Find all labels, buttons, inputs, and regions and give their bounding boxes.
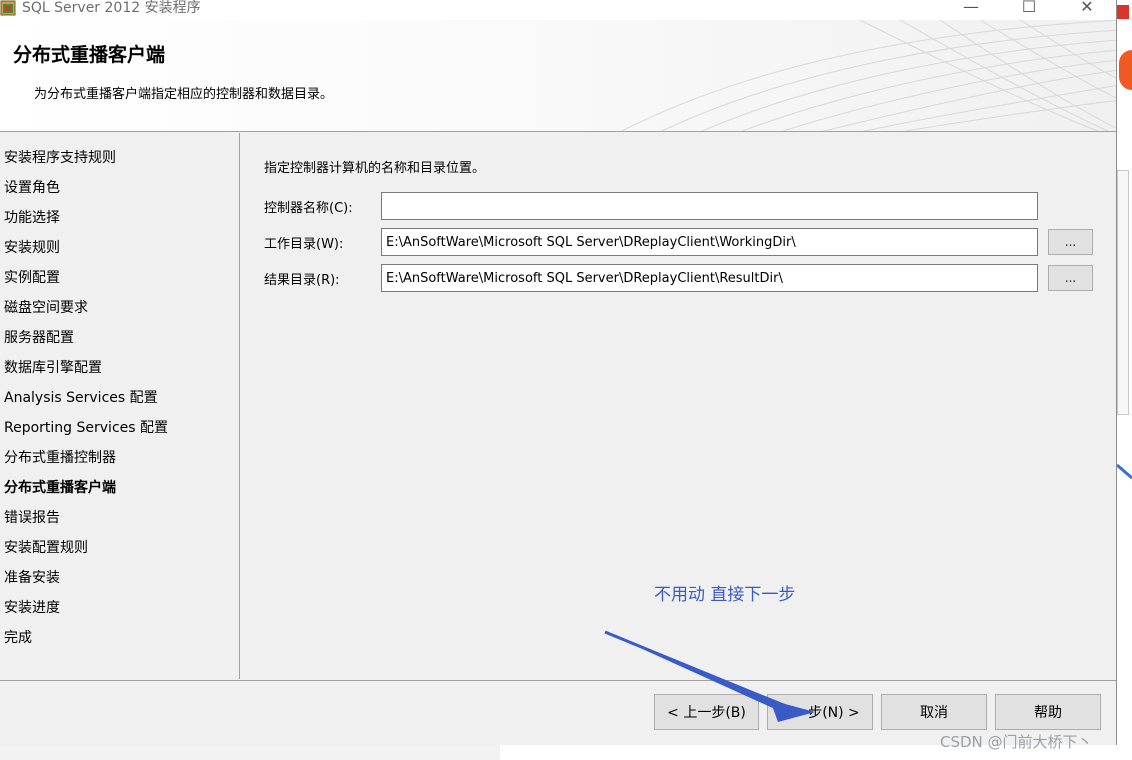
step-item: 实例配置 <box>4 270 60 286</box>
step-item: 服务器配置 <box>4 330 74 346</box>
title-bar: SQL Server 2012 安装程序 — ☐ ✕ <box>0 0 1116 20</box>
background-strip <box>0 745 500 760</box>
result-dir-label: 结果目录(R): <box>264 273 340 288</box>
header-decoration <box>620 20 1116 131</box>
background-red-badge <box>1117 5 1129 19</box>
minimize-icon: — <box>963 0 979 16</box>
watermark: CSDN @门前大桥下丶 <box>940 733 1093 751</box>
step-item: 功能选择 <box>4 210 60 226</box>
browse-button-label: ... <box>1064 271 1077 285</box>
result-dir-browse-button[interactable]: ... <box>1048 265 1093 291</box>
step-item: Reporting Services 配置 <box>4 420 168 436</box>
step-item: Analysis Services 配置 <box>4 390 158 406</box>
step-item: 设置角色 <box>4 180 60 196</box>
annotation-note: 不用动 直接下一步 <box>654 585 796 605</box>
result-dir-input[interactable] <box>381 264 1038 292</box>
step-item: 安装配置规则 <box>4 540 88 556</box>
step-item: 磁盘空间要求 <box>4 300 88 316</box>
step-item: 分布式重播控制器 <box>4 450 116 466</box>
page-header: 分布式重播客户端 为分布式重播客户端指定相应的控制器和数据目录。 <box>0 20 1116 132</box>
step-item: 完成 <box>4 630 32 646</box>
step-item: 安装进度 <box>4 600 60 616</box>
controller-name-label: 控制器名称(C): <box>264 201 353 216</box>
step-item: 数据库引擎配置 <box>4 360 102 376</box>
step-item: 准备安装 <box>4 570 60 586</box>
close-button[interactable]: ✕ <box>1064 0 1110 20</box>
instruction-text: 指定控制器计算机的名称和目录位置。 <box>264 161 486 176</box>
working-dir-input[interactable] <box>381 228 1038 256</box>
working-dir-browse-button[interactable]: ... <box>1048 229 1093 255</box>
step-navigation: 安装程序支持规则 设置角色 功能选择 安装规则 实例配置 磁盘空间要求 服务器配… <box>0 133 240 679</box>
window-title: SQL Server 2012 安装程序 <box>22 0 201 16</box>
background-arrow-icon <box>1117 463 1132 480</box>
page-subtitle: 为分布式重播客户端指定相应的控制器和数据目录。 <box>34 87 334 102</box>
background-panel <box>1117 170 1129 415</box>
step-item: 安装程序支持规则 <box>4 150 116 166</box>
minimize-button[interactable]: — <box>948 0 994 20</box>
controller-name-input[interactable] <box>381 192 1038 220</box>
maximize-button[interactable]: ☐ <box>1006 0 1052 20</box>
browse-button-label: ... <box>1064 235 1077 249</box>
step-list: 安装程序支持规则 设置角色 功能选择 安装规则 实例配置 磁盘空间要求 服务器配… <box>0 133 239 658</box>
sql-setup-icon <box>0 0 16 16</box>
background-orange-circle <box>1119 50 1132 90</box>
setup-window: SQL Server 2012 安装程序 — ☐ ✕ 分布式重播客户端 为分布式… <box>0 0 1117 745</box>
page-title: 分布式重播客户端 <box>13 44 166 66</box>
maximize-icon: ☐ <box>1021 0 1037 16</box>
background-desktop-right <box>1117 0 1132 760</box>
working-dir-label: 工作目录(W): <box>264 237 344 252</box>
help-button[interactable]: 帮助 <box>995 694 1101 730</box>
close-icon: ✕ <box>1080 0 1094 16</box>
next-button[interactable]: 下一步(N) > <box>767 694 873 730</box>
step-item: 错误报告 <box>4 510 60 526</box>
back-button[interactable]: < 上一步(B) <box>654 694 759 730</box>
step-item-active: 分布式重播客户端 <box>4 480 116 496</box>
step-item: 安装规则 <box>4 240 60 256</box>
cancel-button[interactable]: 取消 <box>881 694 987 730</box>
